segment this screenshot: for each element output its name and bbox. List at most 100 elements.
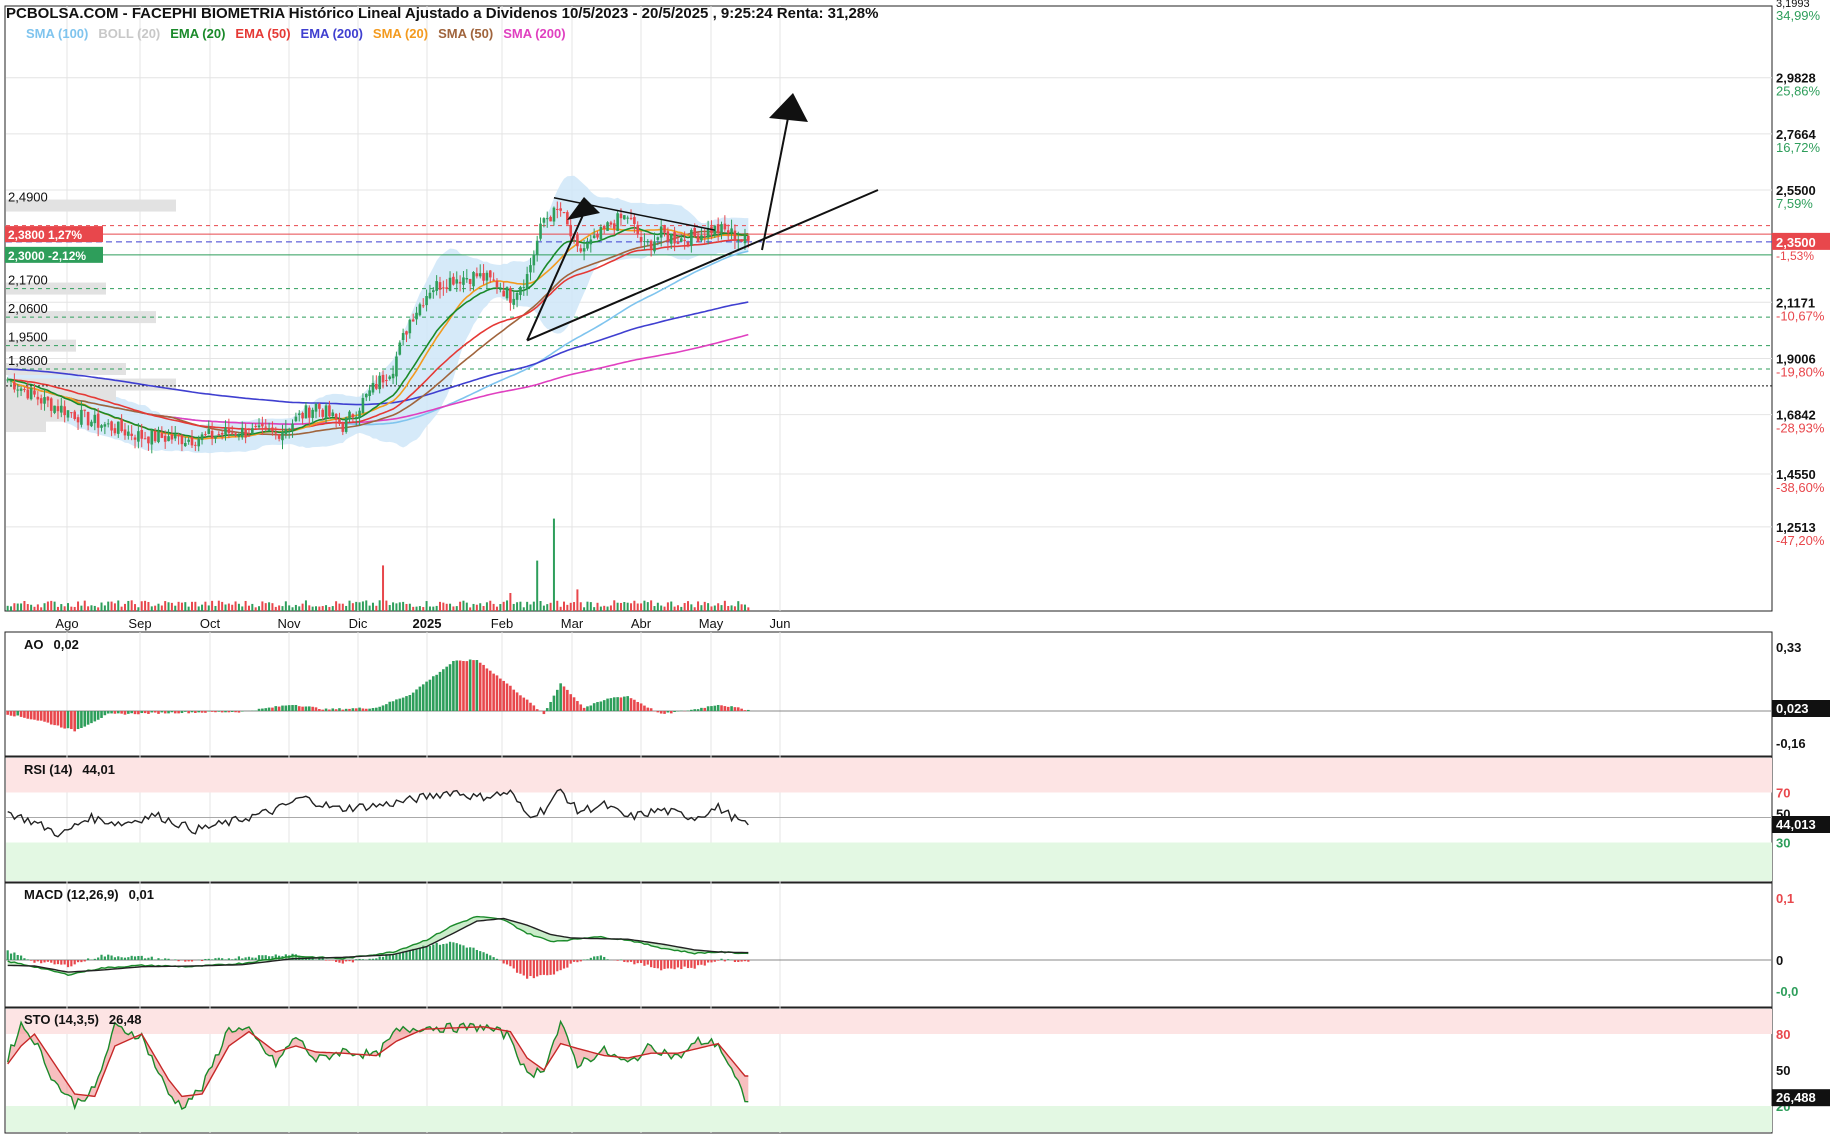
ao-bar — [321, 710, 324, 711]
volume-bar — [439, 602, 441, 611]
volume-bar — [70, 607, 72, 611]
volume-bar — [322, 606, 324, 611]
volume-bar — [385, 601, 387, 611]
macd-histogram-bar — [549, 960, 551, 975]
candle-body — [94, 415, 97, 423]
candle-body — [228, 428, 231, 434]
volume-bar — [483, 606, 485, 611]
volume-bar — [30, 605, 32, 611]
macd-histogram-bar — [335, 960, 337, 962]
ao-bar — [546, 708, 549, 711]
volume-bar — [137, 607, 139, 611]
volume-bar — [127, 601, 129, 611]
macd-histogram-bar — [700, 960, 702, 965]
candle-body — [737, 240, 740, 241]
rsi-tick: 30 — [1776, 836, 1790, 851]
candle-body — [727, 230, 730, 233]
candle-body — [673, 232, 676, 243]
macd-histogram-bar — [208, 959, 210, 960]
volume-bar — [201, 605, 203, 611]
macd-histogram-bar — [342, 960, 344, 964]
ao-bar — [559, 683, 562, 711]
macd-histogram-bar — [570, 960, 572, 964]
volume-bar — [67, 603, 69, 611]
macd-histogram-bar — [680, 960, 682, 969]
ao-bar — [693, 709, 696, 711]
candle-body — [321, 410, 324, 417]
level-label: 2,1700 — [8, 273, 48, 288]
candle-body — [499, 289, 502, 290]
candle-body — [579, 248, 582, 251]
macd-histogram-bar — [560, 960, 562, 970]
macd-histogram-bar — [328, 960, 330, 961]
ao-bar — [740, 709, 743, 711]
ao-bar — [211, 711, 214, 712]
volume-bar — [261, 601, 263, 611]
macd-histogram-bar — [633, 960, 635, 964]
candle-body — [482, 273, 485, 281]
ao-bar — [579, 704, 582, 711]
x-tick-label: 2025 — [413, 616, 442, 631]
macd-histogram-bar — [110, 956, 112, 960]
ao-bar — [744, 710, 747, 711]
candle-body — [422, 305, 425, 306]
candle-body — [137, 431, 140, 441]
volume-bar — [533, 602, 535, 611]
ao-bar — [201, 711, 204, 713]
volume-bar — [101, 603, 103, 611]
candle-body — [502, 291, 505, 297]
ao-bar — [278, 707, 281, 711]
ao-bar — [6, 711, 9, 715]
legend-entry: SMA (50) — [438, 26, 493, 41]
ao-bar — [331, 708, 334, 711]
volume-bar — [667, 602, 669, 611]
volume-bar — [64, 606, 66, 611]
macd-histogram-bar — [513, 960, 515, 968]
candle-body — [130, 434, 133, 436]
ao-bar — [479, 663, 482, 711]
macd-histogram-bar — [77, 960, 79, 962]
volume-bar — [278, 605, 280, 611]
ao-bar — [241, 711, 244, 712]
volume-bar — [617, 603, 619, 611]
volume-bar — [613, 600, 615, 611]
candle-body — [50, 398, 53, 411]
candle-body — [690, 230, 693, 246]
ao-bar — [127, 711, 130, 714]
macd-histogram-bar — [459, 944, 461, 960]
rsi-current-label: 44,013 — [1776, 817, 1816, 832]
macd-histogram-bar — [684, 960, 686, 967]
candle-body — [519, 287, 522, 295]
volume-bar — [476, 605, 478, 611]
macd-histogram-bar — [466, 948, 468, 960]
ao-bar — [388, 702, 391, 711]
macd-histogram-bar — [27, 959, 29, 960]
ao-bar — [714, 706, 717, 711]
ao-bar — [707, 706, 710, 711]
volume-bar — [513, 604, 515, 611]
ao-bar — [476, 660, 479, 711]
candle-body — [603, 226, 606, 229]
volume-bar — [684, 603, 686, 611]
ao-bar — [87, 711, 90, 725]
candle-body — [429, 293, 432, 299]
volume-bar — [687, 601, 689, 611]
candle-body — [238, 436, 241, 438]
candle-body — [63, 406, 66, 415]
macd-histogram-bar — [673, 960, 675, 969]
macd-histogram-bar — [405, 952, 407, 960]
volume-bar — [174, 606, 176, 611]
volume-bar — [543, 606, 545, 611]
volume-bar — [553, 519, 555, 611]
candle-body — [134, 437, 137, 439]
macd-histogram-bar — [151, 957, 153, 960]
volume-bar — [258, 606, 260, 611]
volume-bar — [506, 600, 508, 611]
ao-tick: 0,33 — [1776, 640, 1801, 655]
candle-body — [466, 278, 469, 279]
ao-bar — [657, 711, 660, 712]
ao-bar — [590, 706, 593, 711]
candle-body — [472, 272, 475, 286]
volume-bar — [664, 607, 666, 611]
volume-bar — [295, 605, 297, 611]
